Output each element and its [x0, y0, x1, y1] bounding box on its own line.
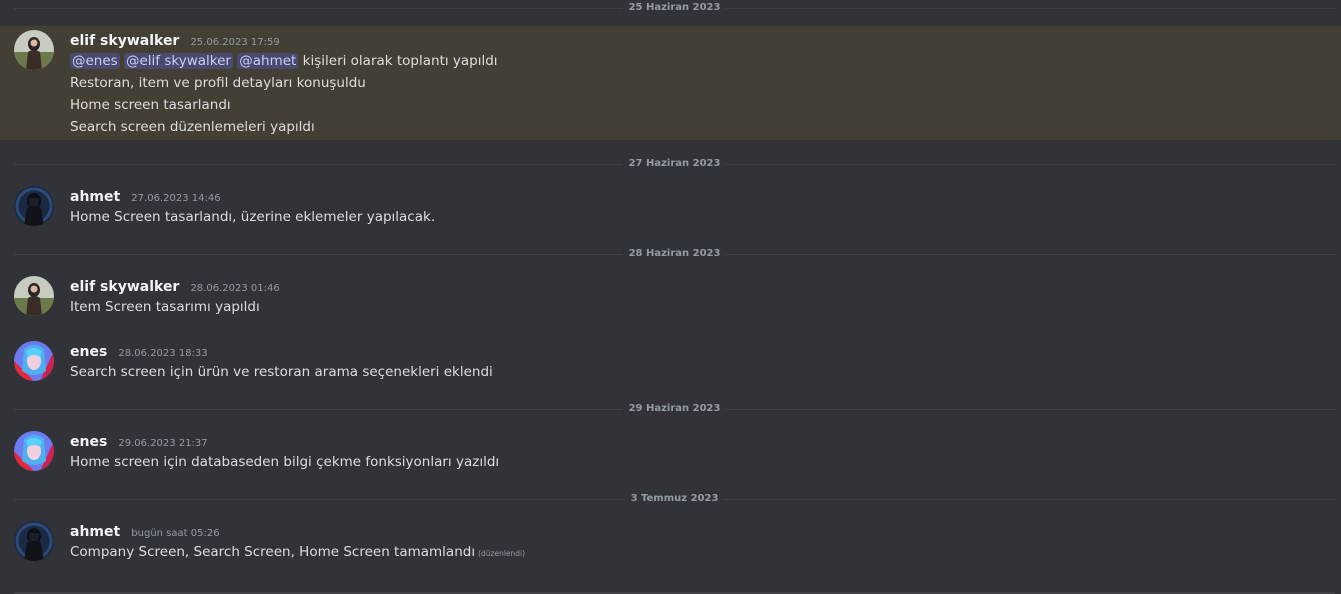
message-header: elif skywalker 25.06.2023 17:59: [70, 30, 280, 49]
message-item[interactable]: enes 28.06.2023 18:33 Search screen için…: [0, 337, 1341, 387]
message-header: enes 29.06.2023 21:37: [70, 431, 208, 450]
message-content: Company Screen, Search Screen, Home Scre…: [70, 541, 525, 565]
elif-avatar-image: [14, 276, 54, 316]
chat-message-list: 25 Haziran 2023 elif skywalker 25.06.202…: [0, 0, 1341, 594]
message-text: Restoran, item ve profil detayları konuş…: [70, 75, 366, 91]
date-divider-label: 3 Temmuz 2023: [624, 492, 725, 506]
message-text: Item Screen tasarımı yapıldı: [70, 299, 260, 315]
date-divider: 29 Haziran 2023: [14, 402, 1335, 416]
message-header: elif skywalker 28.06.2023 01:46: [70, 276, 280, 295]
mention-elif[interactable]: @elif skywalker: [124, 53, 233, 69]
elif-avatar-image: [14, 30, 54, 70]
edited-label: (düzenlendi): [478, 549, 526, 558]
date-divider-label: 25 Haziran 2023: [622, 1, 727, 15]
message-item[interactable]: elif skywalker 25.06.2023 17:59 @enes @e…: [0, 26, 1341, 140]
user-avatar-elif[interactable]: [14, 30, 54, 70]
date-divider: 28 Haziran 2023: [14, 247, 1335, 261]
message-text: Home screen tasarlandı: [70, 97, 231, 113]
timestamp[interactable]: 25.06.2023 17:59: [190, 37, 279, 48]
message-item[interactable]: ahmet bugün saat 05:26 Company Screen, S…: [0, 517, 1341, 567]
message-text: Home screen için databaseden bilgi çekme…: [70, 454, 500, 470]
timestamp[interactable]: 28.06.2023 01:46: [190, 283, 279, 294]
message-text: kişileri olarak toplantı yapıldı: [302, 53, 498, 69]
username[interactable]: enes: [70, 344, 107, 360]
user-avatar-enes[interactable]: [14, 431, 54, 471]
date-divider-label: 28 Haziran 2023: [622, 247, 727, 261]
ahmet-avatar-image: [14, 186, 54, 226]
message-item[interactable]: enes 29.06.2023 21:37 Home screen için d…: [0, 427, 1341, 477]
ahmet-avatar-image: [14, 521, 54, 561]
user-avatar-ahmet[interactable]: [14, 521, 54, 561]
enes-avatar-image: [14, 431, 54, 471]
message-item[interactable]: elif skywalker 28.06.2023 01:46 Item Scr…: [0, 272, 1341, 322]
message-header: ahmet 27.06.2023 14:46: [70, 186, 221, 205]
message-header: enes 28.06.2023 18:33: [70, 341, 208, 360]
user-avatar-ahmet[interactable]: [14, 186, 54, 226]
timestamp[interactable]: 29.06.2023 21:37: [118, 438, 207, 449]
user-avatar-enes[interactable]: [14, 341, 54, 381]
message-item[interactable]: ahmet 27.06.2023 14:46 Home Screen tasar…: [0, 182, 1341, 232]
mention-enes[interactable]: @enes: [70, 53, 120, 69]
message-header: ahmet bugün saat 05:26: [70, 521, 220, 540]
date-divider: 25 Haziran 2023: [14, 1, 1335, 15]
username[interactable]: elif skywalker: [70, 33, 179, 49]
enes-avatar-image: [14, 341, 54, 381]
timestamp[interactable]: bugün saat 05:26: [131, 528, 219, 539]
user-avatar-elif[interactable]: [14, 276, 54, 316]
timestamp[interactable]: 27.06.2023 14:46: [131, 193, 220, 204]
message-content: @enes @elif skywalker @ahmet kişileri ol…: [70, 50, 498, 72]
date-divider-label: 27 Haziran 2023: [622, 157, 727, 171]
mention-ahmet[interactable]: @ahmet: [237, 53, 299, 69]
message-text: Company Screen, Search Screen, Home Scre…: [70, 544, 476, 560]
date-divider: 27 Haziran 2023: [14, 157, 1335, 171]
username[interactable]: ahmet: [70, 524, 120, 540]
username[interactable]: enes: [70, 434, 107, 450]
username[interactable]: elif skywalker: [70, 279, 179, 295]
message-text: Search screen düzenlemeleri yapıldı: [70, 119, 315, 135]
username[interactable]: ahmet: [70, 189, 120, 205]
timestamp[interactable]: 28.06.2023 18:33: [118, 348, 207, 359]
date-divider-label: 29 Haziran 2023: [622, 402, 727, 416]
date-divider: 3 Temmuz 2023: [14, 492, 1335, 506]
message-text: Search screen için ürün ve restoran aram…: [70, 364, 493, 380]
message-text: Home Screen tasarlandı, üzerine eklemele…: [70, 209, 436, 225]
